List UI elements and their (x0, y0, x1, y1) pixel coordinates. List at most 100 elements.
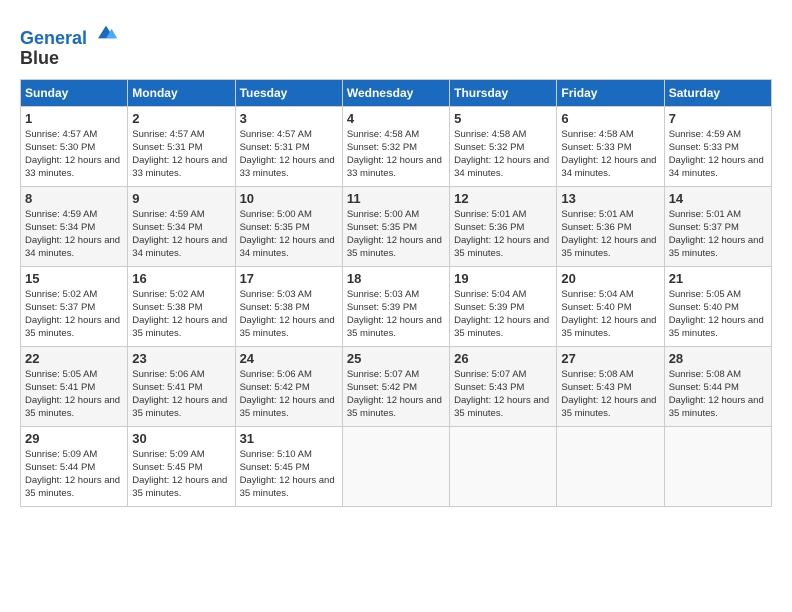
calendar-day-cell: 13 Sunrise: 5:01 AMSunset: 5:36 PMDaylig… (557, 186, 664, 266)
day-info: Sunrise: 4:57 AMSunset: 5:31 PMDaylight:… (240, 129, 335, 180)
day-info: Sunrise: 5:05 AMSunset: 5:41 PMDaylight:… (25, 369, 120, 420)
day-info: Sunrise: 4:59 AMSunset: 5:34 PMDaylight:… (25, 209, 120, 260)
calendar-day-cell (664, 426, 771, 506)
calendar-week-row: 22 Sunrise: 5:05 AMSunset: 5:41 PMDaylig… (21, 346, 772, 426)
calendar-day-cell (342, 426, 449, 506)
calendar-day-cell: 16 Sunrise: 5:02 AMSunset: 5:38 PMDaylig… (128, 266, 235, 346)
day-number: 31 (240, 431, 338, 446)
day-info: Sunrise: 4:58 AMSunset: 5:33 PMDaylight:… (561, 129, 656, 180)
calendar-day-cell: 6 Sunrise: 4:58 AMSunset: 5:33 PMDayligh… (557, 106, 664, 186)
day-number: 10 (240, 191, 338, 206)
day-info: Sunrise: 5:04 AMSunset: 5:40 PMDaylight:… (561, 289, 656, 340)
weekday-header-thursday: Thursday (450, 79, 557, 106)
day-info: Sunrise: 4:57 AMSunset: 5:30 PMDaylight:… (25, 129, 120, 180)
calendar-day-cell: 2 Sunrise: 4:57 AMSunset: 5:31 PMDayligh… (128, 106, 235, 186)
day-number: 2 (132, 111, 230, 126)
day-number: 29 (25, 431, 123, 446)
calendar-day-cell: 20 Sunrise: 5:04 AMSunset: 5:40 PMDaylig… (557, 266, 664, 346)
calendar-day-cell: 1 Sunrise: 4:57 AMSunset: 5:30 PMDayligh… (21, 106, 128, 186)
day-number: 3 (240, 111, 338, 126)
calendar-day-cell: 15 Sunrise: 5:02 AMSunset: 5:37 PMDaylig… (21, 266, 128, 346)
calendar-week-row: 1 Sunrise: 4:57 AMSunset: 5:30 PMDayligh… (21, 106, 772, 186)
calendar-day-cell: 4 Sunrise: 4:58 AMSunset: 5:32 PMDayligh… (342, 106, 449, 186)
day-number: 16 (132, 271, 230, 286)
day-number: 19 (454, 271, 552, 286)
page-header: General Blue (20, 20, 772, 69)
day-number: 8 (25, 191, 123, 206)
day-info: Sunrise: 5:10 AMSunset: 5:45 PMDaylight:… (240, 449, 335, 500)
calendar-header-row: SundayMondayTuesdayWednesdayThursdayFrid… (21, 79, 772, 106)
day-info: Sunrise: 5:01 AMSunset: 5:36 PMDaylight:… (454, 209, 549, 260)
day-number: 14 (669, 191, 767, 206)
day-info: Sunrise: 4:59 AMSunset: 5:34 PMDaylight:… (132, 209, 227, 260)
calendar-day-cell: 5 Sunrise: 4:58 AMSunset: 5:32 PMDayligh… (450, 106, 557, 186)
logo-icon (94, 20, 118, 44)
day-number: 9 (132, 191, 230, 206)
day-info: Sunrise: 5:08 AMSunset: 5:44 PMDaylight:… (669, 369, 764, 420)
calendar-table: SundayMondayTuesdayWednesdayThursdayFrid… (20, 79, 772, 507)
day-info: Sunrise: 5:04 AMSunset: 5:39 PMDaylight:… (454, 289, 549, 340)
calendar-day-cell: 8 Sunrise: 4:59 AMSunset: 5:34 PMDayligh… (21, 186, 128, 266)
calendar-day-cell: 31 Sunrise: 5:10 AMSunset: 5:45 PMDaylig… (235, 426, 342, 506)
day-number: 24 (240, 351, 338, 366)
calendar-day-cell: 17 Sunrise: 5:03 AMSunset: 5:38 PMDaylig… (235, 266, 342, 346)
day-number: 30 (132, 431, 230, 446)
day-info: Sunrise: 5:00 AMSunset: 5:35 PMDaylight:… (347, 209, 442, 260)
day-number: 18 (347, 271, 445, 286)
day-info: Sunrise: 5:01 AMSunset: 5:37 PMDaylight:… (669, 209, 764, 260)
day-number: 25 (347, 351, 445, 366)
day-number: 11 (347, 191, 445, 206)
day-number: 23 (132, 351, 230, 366)
calendar-day-cell: 29 Sunrise: 5:09 AMSunset: 5:44 PMDaylig… (21, 426, 128, 506)
day-number: 12 (454, 191, 552, 206)
weekday-header-saturday: Saturday (664, 79, 771, 106)
day-number: 27 (561, 351, 659, 366)
day-number: 22 (25, 351, 123, 366)
day-info: Sunrise: 5:07 AMSunset: 5:42 PMDaylight:… (347, 369, 442, 420)
day-info: Sunrise: 4:57 AMSunset: 5:31 PMDaylight:… (132, 129, 227, 180)
calendar-day-cell: 27 Sunrise: 5:08 AMSunset: 5:43 PMDaylig… (557, 346, 664, 426)
calendar-day-cell: 21 Sunrise: 5:05 AMSunset: 5:40 PMDaylig… (664, 266, 771, 346)
day-info: Sunrise: 5:07 AMSunset: 5:43 PMDaylight:… (454, 369, 549, 420)
weekday-header-sunday: Sunday (21, 79, 128, 106)
calendar-day-cell: 10 Sunrise: 5:00 AMSunset: 5:35 PMDaylig… (235, 186, 342, 266)
day-info: Sunrise: 4:58 AMSunset: 5:32 PMDaylight:… (454, 129, 549, 180)
calendar-day-cell: 9 Sunrise: 4:59 AMSunset: 5:34 PMDayligh… (128, 186, 235, 266)
calendar-day-cell: 18 Sunrise: 5:03 AMSunset: 5:39 PMDaylig… (342, 266, 449, 346)
calendar-day-cell: 26 Sunrise: 5:07 AMSunset: 5:43 PMDaylig… (450, 346, 557, 426)
day-number: 4 (347, 111, 445, 126)
calendar-day-cell: 14 Sunrise: 5:01 AMSunset: 5:37 PMDaylig… (664, 186, 771, 266)
day-info: Sunrise: 5:02 AMSunset: 5:37 PMDaylight:… (25, 289, 120, 340)
calendar-week-row: 8 Sunrise: 4:59 AMSunset: 5:34 PMDayligh… (21, 186, 772, 266)
calendar-day-cell: 30 Sunrise: 5:09 AMSunset: 5:45 PMDaylig… (128, 426, 235, 506)
day-info: Sunrise: 5:00 AMSunset: 5:35 PMDaylight:… (240, 209, 335, 260)
day-number: 5 (454, 111, 552, 126)
calendar-day-cell: 12 Sunrise: 5:01 AMSunset: 5:36 PMDaylig… (450, 186, 557, 266)
calendar-day-cell: 24 Sunrise: 5:06 AMSunset: 5:42 PMDaylig… (235, 346, 342, 426)
day-number: 28 (669, 351, 767, 366)
calendar-day-cell: 28 Sunrise: 5:08 AMSunset: 5:44 PMDaylig… (664, 346, 771, 426)
day-number: 7 (669, 111, 767, 126)
day-info: Sunrise: 5:09 AMSunset: 5:44 PMDaylight:… (25, 449, 120, 500)
calendar-day-cell: 7 Sunrise: 4:59 AMSunset: 5:33 PMDayligh… (664, 106, 771, 186)
calendar-day-cell: 22 Sunrise: 5:05 AMSunset: 5:41 PMDaylig… (21, 346, 128, 426)
calendar-week-row: 15 Sunrise: 5:02 AMSunset: 5:37 PMDaylig… (21, 266, 772, 346)
day-number: 26 (454, 351, 552, 366)
day-info: Sunrise: 5:01 AMSunset: 5:36 PMDaylight:… (561, 209, 656, 260)
calendar-day-cell (450, 426, 557, 506)
weekday-header-wednesday: Wednesday (342, 79, 449, 106)
day-number: 21 (669, 271, 767, 286)
logo-text: General Blue (20, 20, 118, 69)
day-number: 20 (561, 271, 659, 286)
calendar-day-cell: 11 Sunrise: 5:00 AMSunset: 5:35 PMDaylig… (342, 186, 449, 266)
calendar-day-cell: 3 Sunrise: 4:57 AMSunset: 5:31 PMDayligh… (235, 106, 342, 186)
day-number: 1 (25, 111, 123, 126)
day-info: Sunrise: 5:02 AMSunset: 5:38 PMDaylight:… (132, 289, 227, 340)
calendar-day-cell: 23 Sunrise: 5:06 AMSunset: 5:41 PMDaylig… (128, 346, 235, 426)
day-info: Sunrise: 5:05 AMSunset: 5:40 PMDaylight:… (669, 289, 764, 340)
day-number: 13 (561, 191, 659, 206)
calendar-body: 1 Sunrise: 4:57 AMSunset: 5:30 PMDayligh… (21, 106, 772, 506)
day-info: Sunrise: 5:08 AMSunset: 5:43 PMDaylight:… (561, 369, 656, 420)
day-number: 17 (240, 271, 338, 286)
day-info: Sunrise: 5:03 AMSunset: 5:38 PMDaylight:… (240, 289, 335, 340)
